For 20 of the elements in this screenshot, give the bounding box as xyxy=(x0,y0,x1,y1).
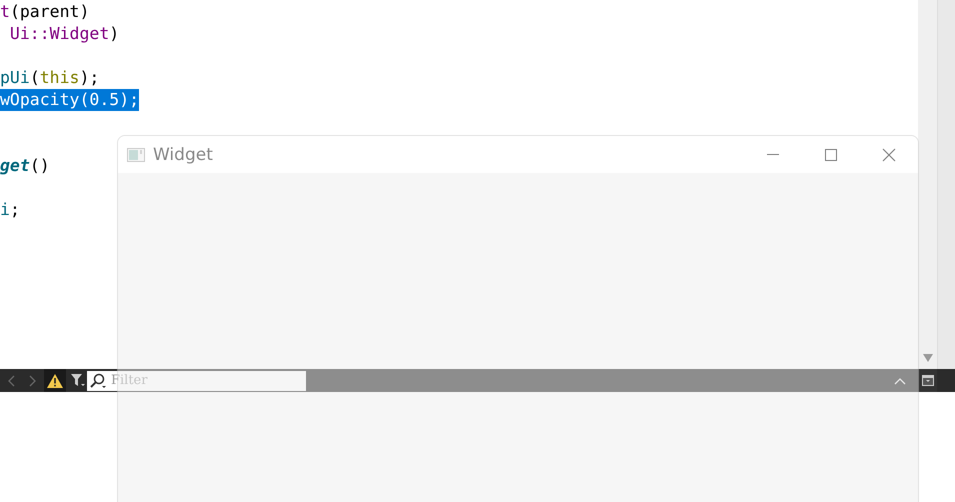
search-icon xyxy=(90,372,108,388)
window-title: Widget xyxy=(153,144,213,164)
code-line: pUi(this); xyxy=(0,67,100,89)
window-icon xyxy=(127,148,145,162)
chevron-up-icon[interactable] xyxy=(894,376,906,384)
panel-icon[interactable] xyxy=(922,375,934,386)
code-line: t(parent) xyxy=(0,1,90,23)
warning-toggle[interactable] xyxy=(44,369,66,392)
minimize-icon xyxy=(767,154,779,155)
code-line: i; xyxy=(0,199,20,221)
forward-icon[interactable] xyxy=(29,374,37,386)
scrollbar[interactable] xyxy=(918,0,937,369)
back-icon[interactable] xyxy=(7,374,15,386)
close-icon xyxy=(882,148,896,162)
filter-field[interactable]: Filter xyxy=(87,370,306,390)
scroll-down-icon[interactable] xyxy=(922,354,932,362)
maximize-icon xyxy=(825,148,837,160)
code-line: get() xyxy=(0,155,50,177)
code-line: Ui::Widget) xyxy=(8,23,120,45)
funnel-icon[interactable] xyxy=(71,374,85,387)
